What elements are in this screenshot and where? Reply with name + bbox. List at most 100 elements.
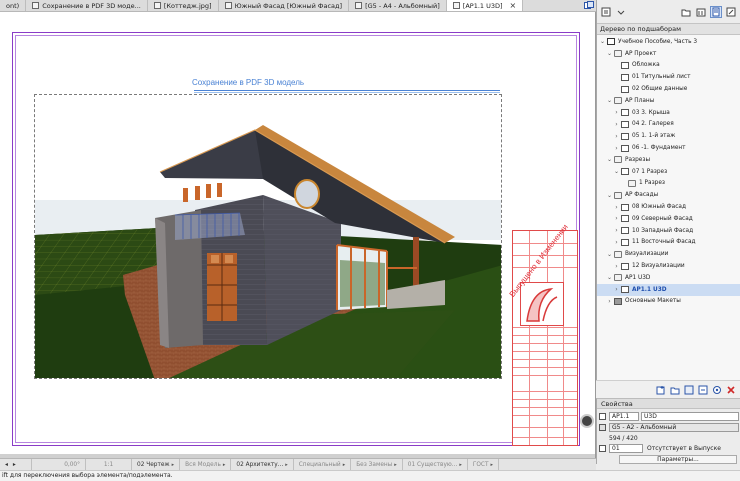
chevron-right-icon[interactable]: › bbox=[613, 239, 620, 246]
tree-item[interactable]: › 09 Северный Фасад bbox=[597, 213, 740, 225]
tree-item[interactable]: › 04 2. Галерея bbox=[597, 119, 740, 131]
close-icon[interactable]: × bbox=[510, 1, 517, 10]
pen-set-dropdown[interactable]: 02 Архитекту... ▸ bbox=[231, 458, 294, 471]
view-title: Сохранение в PDF 3D модель bbox=[192, 78, 305, 87]
layout-name-field[interactable]: U3D bbox=[641, 411, 739, 421]
tab-label: ont) bbox=[6, 1, 20, 10]
chevron-right-icon[interactable]: › bbox=[606, 298, 613, 305]
folder-icon bbox=[614, 156, 622, 164]
new-subset-icon[interactable] bbox=[670, 385, 680, 395]
view-map-icon[interactable] bbox=[695, 6, 707, 18]
layout-icon bbox=[621, 227, 629, 235]
dimension-standard-dropdown[interactable]: ГОСТ ▸ bbox=[468, 458, 500, 471]
layout-id-field[interactable]: АР1.1 bbox=[609, 411, 639, 421]
new-layout-icon[interactable] bbox=[656, 385, 666, 395]
house-render-image bbox=[35, 95, 501, 378]
tree-item[interactable]: › Основные Макеты bbox=[597, 296, 740, 308]
elevation-icon bbox=[224, 2, 232, 9]
tab-0[interactable]: ont) bbox=[0, 0, 27, 11]
chevron-right-icon[interactable]: › bbox=[613, 133, 620, 140]
navigator-mode-icon[interactable] bbox=[600, 6, 612, 18]
layout-icon bbox=[621, 144, 629, 152]
tree-item[interactable]: ⌄ Визуализации bbox=[597, 248, 740, 260]
tree-item[interactable]: › 11 Восточный Фасад bbox=[597, 237, 740, 249]
chevron-right-icon[interactable]: › bbox=[613, 215, 620, 222]
navigator-header: Дерево по подшаборам bbox=[597, 24, 740, 35]
chevron-down-icon[interactable]: ⌄ bbox=[606, 97, 613, 104]
model-view-dropdown[interactable]: Вся Модель ▸ bbox=[180, 458, 232, 471]
tab-label: Сохранение в PDF 3D моде... bbox=[42, 1, 141, 10]
tree-item[interactable]: › 03 3. Крыша bbox=[597, 107, 740, 119]
layout-book-icon[interactable] bbox=[710, 5, 722, 18]
tree-item[interactable]: › 12 Визуализации bbox=[597, 260, 740, 272]
tree-item[interactable]: › 06 -1. Фундамент bbox=[597, 142, 740, 154]
chevron-down-icon[interactable]: ⌄ bbox=[606, 251, 613, 258]
tree-item[interactable]: ⌄ Учебное Пособие, Часть 3 bbox=[597, 36, 740, 48]
chevron-right-icon[interactable]: › bbox=[613, 286, 620, 293]
navigator-toolbar bbox=[597, 0, 740, 24]
chevron-down-icon[interactable]: ⌄ bbox=[613, 168, 620, 175]
layout-icon bbox=[621, 203, 629, 211]
tree-item[interactable]: ⌄ АР Планы bbox=[597, 95, 740, 107]
tab-1[interactable]: Сохранение в PDF 3D моде... bbox=[26, 0, 148, 11]
mvo-dropdown[interactable]: Специальный ▸ bbox=[294, 458, 352, 471]
chevron-right-icon[interactable]: › bbox=[613, 227, 620, 234]
tree-item[interactable]: ⌄ АР Проект bbox=[597, 48, 740, 60]
chevron-right-icon[interactable]: › bbox=[613, 263, 620, 270]
chevron-right-icon[interactable]: › bbox=[613, 109, 620, 116]
tab-2[interactable]: [Коттедж.jpg] bbox=[148, 0, 219, 11]
tree-item-selected[interactable]: › АР1.1 U3D bbox=[597, 283, 740, 296]
tab-5[interactable]: [АР1.1 U3D] × bbox=[446, 0, 524, 11]
layout-canvas[interactable]: Сохранение в PDF 3D модель Выпущено в Из… bbox=[0, 12, 596, 458]
layout-icon bbox=[32, 2, 40, 9]
chevron-down-icon[interactable]: ⌄ bbox=[606, 192, 613, 199]
zoom-navigator-icon[interactable] bbox=[580, 414, 594, 428]
settings-icon[interactable] bbox=[712, 385, 722, 395]
3d-render-drawing[interactable] bbox=[34, 94, 502, 379]
revision-field[interactable]: 01 bbox=[609, 443, 643, 453]
override-dropdown[interactable]: Без Замены ▸ bbox=[351, 458, 403, 471]
layout-icon bbox=[621, 262, 629, 270]
parameters-button[interactable]: Параметры... bbox=[619, 455, 737, 464]
tree-item[interactable]: › 08 Южный Фасад bbox=[597, 201, 740, 213]
chevron-right-icon[interactable]: › bbox=[613, 145, 620, 152]
layer-combination-dropdown[interactable]: 02 Чертеж ▸ bbox=[132, 458, 181, 471]
tree-item[interactable]: ⌄ АР Фасады bbox=[597, 189, 740, 201]
tab-4[interactable]: [G5 - A4 - Альбомный] bbox=[349, 0, 447, 11]
chevron-down-icon[interactable]: ⌄ bbox=[606, 50, 613, 57]
tree-item[interactable]: › 10 Западный Фасад bbox=[597, 225, 740, 237]
tab-3[interactable]: Южный Фасад [Южный Фасад] bbox=[219, 0, 350, 11]
master-layout-select[interactable]: G5 - A2 - Альбомный bbox=[609, 422, 739, 432]
chevron-down-icon[interactable] bbox=[615, 6, 627, 18]
tree-item[interactable]: 01 Титульный лист bbox=[597, 71, 740, 83]
tree-item[interactable]: ⌄ АР1 U3D bbox=[597, 272, 740, 284]
tree-item[interactable]: 02 Общие данные bbox=[597, 83, 740, 95]
tree-item[interactable]: 1 Разрез bbox=[597, 178, 740, 190]
redo-icon: ▸ bbox=[12, 461, 16, 468]
project-map-icon[interactable] bbox=[680, 6, 692, 18]
chevron-down-icon[interactable]: ⌄ bbox=[606, 156, 613, 163]
angle-field[interactable]: 0,00° bbox=[32, 458, 86, 471]
tree-item[interactable]: ⌄ 07 1 Разрез bbox=[597, 166, 740, 178]
layout-icon bbox=[621, 215, 629, 223]
tree-item[interactable]: Обложка bbox=[597, 60, 740, 72]
revision-icon bbox=[599, 444, 606, 452]
tree-item[interactable]: › 05 1. 1-й этаж bbox=[597, 130, 740, 142]
new-master-icon[interactable] bbox=[684, 385, 694, 395]
tree-item[interactable]: ⌄ Разрезы bbox=[597, 154, 740, 166]
undo-button[interactable]: ◂ ▸ bbox=[0, 458, 32, 471]
publisher-icon[interactable] bbox=[725, 6, 737, 18]
chevron-down-icon[interactable]: ⌄ bbox=[606, 274, 613, 281]
delete-icon[interactable] bbox=[726, 385, 736, 395]
chevron-right-icon[interactable]: › bbox=[613, 121, 620, 128]
chevron-right-icon: ▸ bbox=[459, 461, 462, 468]
tab-list-icon[interactable] bbox=[582, 0, 596, 11]
master-layout-icon bbox=[599, 423, 606, 431]
chevron-right-icon[interactable]: › bbox=[613, 204, 620, 211]
publish-icon[interactable] bbox=[698, 385, 708, 395]
renovation-dropdown[interactable]: 01 Существую... ▸ bbox=[403, 458, 468, 471]
scale-field[interactable]: 1:1 bbox=[86, 458, 132, 471]
layout-book-tree: ⌄ Учебное Пособие, Часть 3 ⌄ АР Проект Обл… bbox=[597, 36, 740, 307]
layout-icon bbox=[621, 61, 629, 69]
chevron-down-icon[interactable]: ⌄ bbox=[599, 38, 606, 45]
